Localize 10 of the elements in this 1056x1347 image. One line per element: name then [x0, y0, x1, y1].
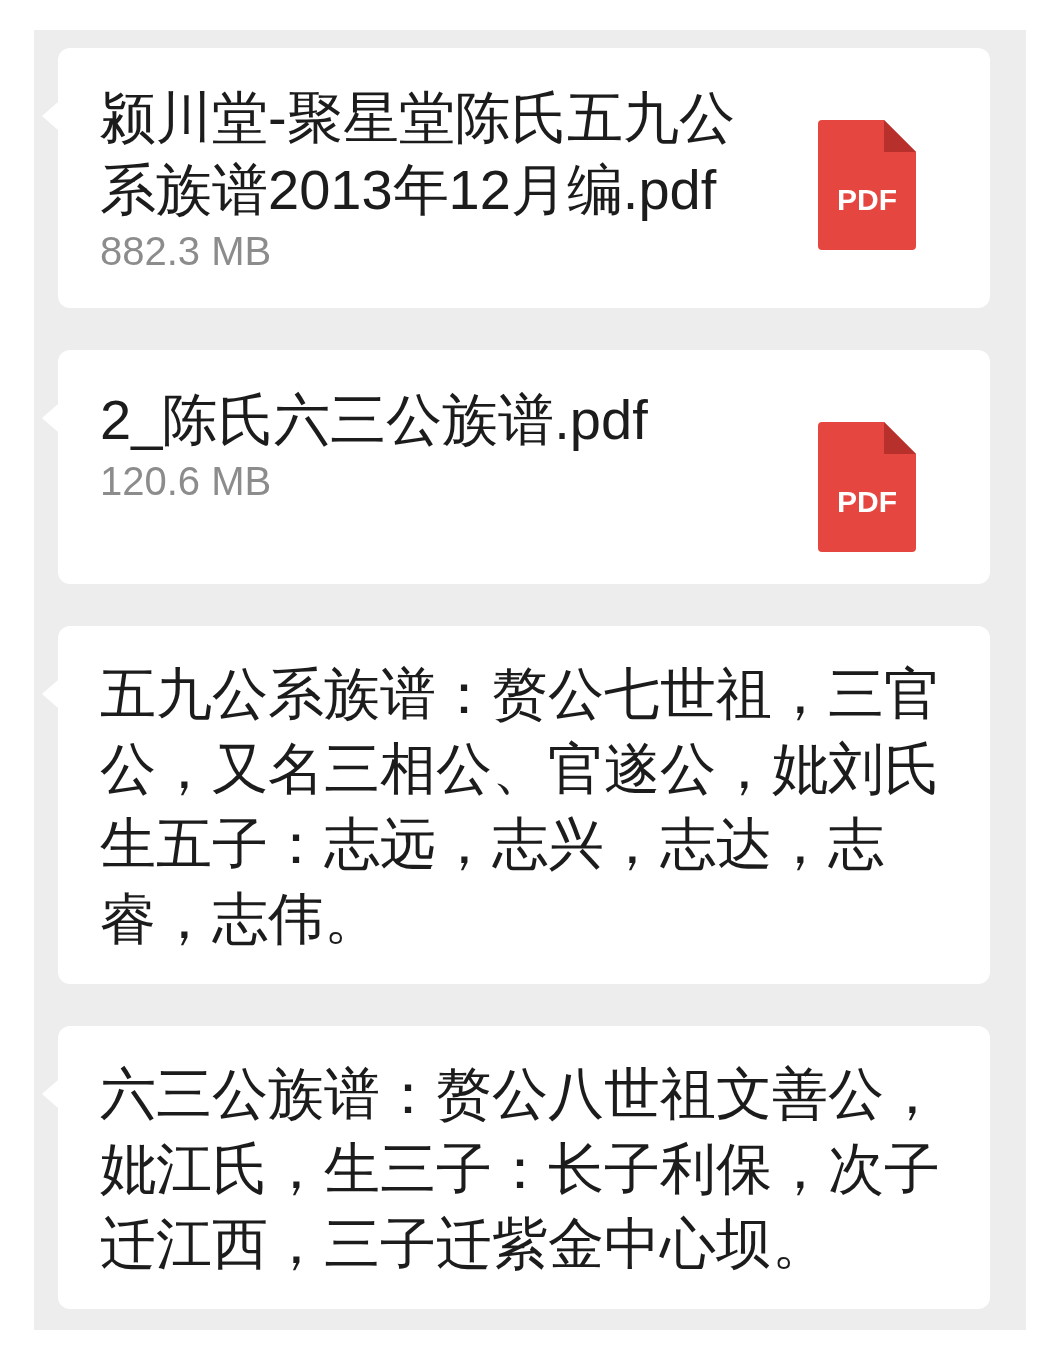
file-size: 120.6 MB — [100, 458, 273, 505]
file-name: 颍川堂-聚星堂陈氏五九公系族谱2013年12月编.pdf — [100, 85, 736, 223]
file-type-label: PDF — [836, 484, 898, 520]
message-text: 六三公族谱：赘公八世祖文善公，妣江氏，生三子：长子利保，次子迁江西，三子迁紫金中心坝。 — [100, 1061, 941, 1277]
document-icon — [818, 120, 916, 250]
file-size: 882.3 MB — [100, 228, 273, 275]
message-text: 五九公系族谱：赘公七世祖，三官公，又名三相公、官遂公，妣刘氏生五子：志远，志兴，志达，志睿，志伟。 — [100, 661, 941, 952]
file-name: 2_陈氏六三公族谱.pdf — [100, 387, 649, 453]
document-icon — [818, 422, 916, 552]
file-type-label: PDF — [836, 182, 898, 218]
